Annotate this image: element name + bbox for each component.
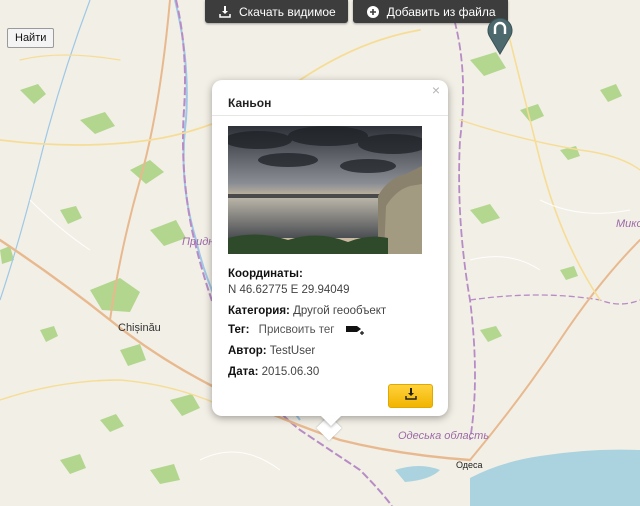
add-from-file-label: Добавить из файла: [386, 4, 496, 19]
author-field: Автор: TestUser: [228, 345, 315, 357]
download-icon: [219, 5, 231, 18]
popup-title: Каньон: [228, 96, 272, 110]
date-value: 2015.06.30: [261, 366, 320, 378]
author-value: TestUser: [269, 345, 316, 357]
download-icon: [404, 387, 417, 405]
popup-tip: [321, 416, 341, 426]
location-pin-icon[interactable]: [486, 15, 514, 55]
tag-add-icon[interactable]: [345, 324, 366, 336]
assign-tag-link[interactable]: Присвоить тег: [259, 324, 335, 336]
date-label: Дата:: [228, 366, 259, 378]
download-visible-button[interactable]: Скачать видимое: [205, 0, 348, 23]
coordinates-value: N 46.62775 E 29.94049: [228, 284, 350, 296]
popup-divider: [212, 115, 448, 116]
tag-field: Тег: Присвоить тег: [228, 324, 366, 336]
canyon-photo[interactable]: [224, 126, 428, 254]
plus-circle-icon: [366, 5, 379, 18]
city-label-chisinau: Chișinău: [118, 322, 161, 334]
category-label: Категория:: [228, 305, 290, 317]
download-visible-label: Скачать видимое: [239, 4, 336, 19]
tag-label: Тег:: [228, 324, 250, 336]
find-button[interactable]: Найти: [7, 28, 55, 48]
date-field: Дата: 2015.06.30: [228, 366, 319, 378]
download-object-button[interactable]: [388, 384, 433, 408]
add-from-file-button[interactable]: Добавить из файла: [352, 0, 508, 23]
top-toolbar: Скачать видимое Добавить из файла: [205, 0, 508, 23]
author-label: Автор:: [228, 345, 267, 357]
category-field: Категория: Другой геообъект: [228, 305, 386, 317]
close-icon[interactable]: ×: [432, 83, 440, 97]
region-label-odesa-oblast: Одеська область: [398, 430, 490, 442]
region-label-prid: Придн: [182, 236, 215, 248]
region-label-miko: Мико: [616, 218, 640, 230]
coordinates-label: Координаты:: [228, 268, 303, 280]
city-label-odesa: Одеса: [456, 460, 483, 470]
object-popup: × Каньон Координаты: N 46.62775 E 29.940…: [212, 80, 448, 416]
category-value: Другой геообъект: [293, 305, 387, 317]
